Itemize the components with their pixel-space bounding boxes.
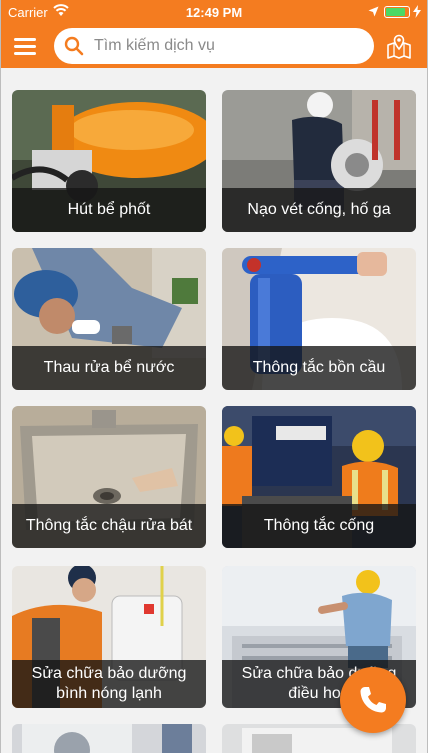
service-card[interactable]: Sửa chữa bảo dưỡng bình nóng lạnh bbox=[12, 566, 206, 708]
service-label: Thông tắc bồn cầu bbox=[222, 346, 416, 390]
app-screen: Carrier 12:49 PM Tìm kiếm dịch vụ Hút bể… bbox=[0, 0, 428, 753]
status-time: 12:49 PM bbox=[185, 5, 243, 20]
app-header bbox=[0, 24, 428, 68]
service-card[interactable] bbox=[12, 724, 206, 753]
service-card[interactable]: Nạo vét cống, hố ga bbox=[222, 90, 416, 232]
service-label: Hút bể phốt bbox=[12, 188, 206, 232]
search-bar[interactable] bbox=[54, 28, 374, 64]
service-card[interactable]: Thau rửa bể nước bbox=[12, 248, 206, 390]
charging-bolt-icon bbox=[413, 5, 421, 18]
service-card[interactable]: Thông tắc cống bbox=[222, 406, 416, 548]
call-button[interactable] bbox=[340, 667, 406, 733]
service-label: Sửa chữa bảo dưỡng bình nóng lạnh bbox=[12, 660, 206, 708]
phone-icon bbox=[360, 687, 386, 713]
service-label: Thau rửa bể nước bbox=[12, 346, 206, 390]
service-label: Nạo vét cống, hố ga bbox=[222, 188, 416, 232]
frame-edge bbox=[0, 0, 1, 753]
battery-level bbox=[386, 8, 405, 16]
search-icon bbox=[64, 36, 84, 56]
service-card[interactable]: Thông tắc bồn cầu bbox=[222, 248, 416, 390]
status-bar: Carrier 12:49 PM bbox=[0, 0, 428, 24]
washing-machine-photo bbox=[12, 724, 206, 753]
map-pin-icon[interactable] bbox=[386, 32, 412, 60]
service-label: Thông tắc cống bbox=[222, 504, 416, 548]
service-card[interactable]: Thông tắc chậu rửa bát bbox=[12, 406, 206, 548]
battery-icon bbox=[384, 6, 410, 18]
service-label: Thông tắc chậu rửa bát bbox=[12, 504, 206, 548]
service-card[interactable]: Hút bể phốt bbox=[12, 90, 206, 232]
location-arrow-icon bbox=[368, 6, 379, 17]
search-input[interactable] bbox=[94, 34, 364, 58]
hamburger-menu-icon[interactable] bbox=[14, 36, 38, 56]
